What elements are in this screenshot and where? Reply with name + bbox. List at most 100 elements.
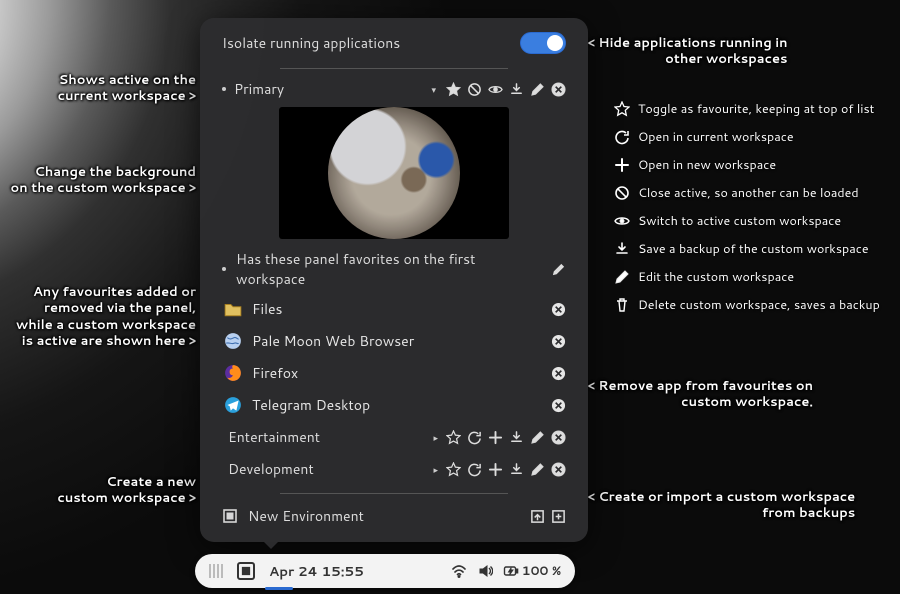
battery-indicator[interactable]: 100 % (503, 562, 561, 580)
legend-row: Switch to active custom workspace (614, 212, 880, 230)
legend-row: Close active, so another can be loaded (614, 184, 880, 202)
workspace-box-icon (222, 508, 238, 524)
legend-row: Open in new workspace (614, 156, 880, 174)
edit-pencil-icon[interactable] (530, 82, 545, 97)
remove-favorite-icon[interactable] (551, 398, 566, 413)
workspace-thumbnail[interactable] (279, 107, 509, 239)
remove-favorite-icon[interactable] (551, 302, 566, 317)
download-icon (614, 241, 630, 257)
legend-row: Save a backup of the custom workspace (614, 240, 880, 258)
refresh-icon[interactable] (467, 430, 482, 445)
save-backup-icon[interactable] (509, 430, 524, 445)
legend-text: Edit the custom workspace (638, 268, 794, 286)
palemoon-icon (224, 332, 242, 350)
legend-text: Delete custom workspace, saves a backup (638, 296, 880, 314)
refresh-icon (614, 129, 630, 145)
delete-close-icon[interactable] (551, 462, 566, 477)
annotation-create-new: Create a new custom workspace > (57, 474, 196, 507)
edit-pencil-icon[interactable] (530, 462, 545, 477)
favorite-star-icon[interactable] (446, 430, 461, 445)
group-action-icons (446, 430, 566, 445)
isolate-toggle-row: Isolate running applications (200, 30, 588, 64)
legend-text: Open in new workspace (638, 156, 776, 174)
legend-row: Open in current workspace (614, 128, 880, 146)
legend-text: Toggle as favourite, keeping at top of l… (638, 100, 874, 118)
favorite-firefox[interactable]: Firefox (200, 357, 588, 389)
legend-text: Open in current workspace (638, 128, 794, 146)
icon-legend: Toggle as favourite, keeping at top of l… (614, 100, 880, 314)
favorite-label: Telegram Desktop (252, 395, 541, 415)
favorite-files[interactable]: Files (200, 293, 588, 325)
taskbar-grip[interactable] (209, 564, 223, 578)
switch-eye-icon[interactable] (488, 82, 503, 97)
edit-favorites-icon[interactable] (551, 262, 566, 277)
expand-caret-icon[interactable]: ▸ (433, 431, 438, 444)
open-new-plus-icon[interactable] (488, 430, 503, 445)
annotation-create-import: < Create or import a custom workspace fr… (588, 489, 855, 522)
delete-close-icon[interactable] (551, 82, 566, 97)
save-backup-icon[interactable] (509, 82, 524, 97)
volume-icon[interactable] (477, 563, 493, 579)
remove-favorite-icon[interactable] (551, 334, 566, 349)
primary-workspace-row[interactable]: Primary ▾ (200, 73, 588, 105)
group-entertainment[interactable]: Entertainment ▸ (200, 421, 588, 453)
group-development[interactable]: Development ▸ (200, 453, 588, 485)
separator (280, 68, 508, 69)
active-indicator-dot (222, 87, 226, 91)
workspace-name: Primary (234, 79, 423, 99)
edit-pencil-icon[interactable] (530, 430, 545, 445)
forbid-icon (614, 185, 630, 201)
create-new-icon[interactable] (551, 509, 566, 524)
legend-row: Edit the custom workspace (614, 268, 880, 286)
close-forbid-icon[interactable] (467, 82, 482, 97)
legend-text: Switch to active custom workspace (638, 212, 841, 230)
eye-icon (614, 213, 630, 229)
clock[interactable]: Apr 24 15:55 (269, 562, 364, 581)
legend-text: Close active, so another can be loaded (638, 184, 859, 202)
new-environment-label: New Environment (248, 506, 520, 526)
favorite-telegram[interactable]: Telegram Desktop (200, 389, 588, 421)
annotation-favs-added: Any favourites added or removed via the … (16, 284, 196, 349)
favorites-header-text: Has these panel favorites on the first w… (236, 249, 541, 289)
workspace-indicator-button[interactable] (237, 562, 255, 580)
isolate-label: Isolate running applications (222, 33, 400, 53)
isolate-switch[interactable] (520, 32, 566, 54)
system-tray: 100 % (451, 562, 561, 580)
legend-text: Save a backup of the custom workspace (638, 240, 869, 258)
open-new-plus-icon[interactable] (488, 462, 503, 477)
battery-percent: 100 % (522, 562, 561, 580)
annotation-change-bg: Change the background on the custom work… (11, 164, 196, 197)
favorite-star-icon[interactable] (446, 462, 461, 477)
plus-icon (614, 157, 630, 173)
dropdown-caret-icon[interactable]: ▾ (431, 83, 436, 96)
save-backup-icon[interactable] (509, 462, 524, 477)
favorite-label: Firefox (252, 363, 541, 383)
favorite-star-icon[interactable] (446, 82, 461, 97)
group-label: Entertainment (228, 427, 425, 447)
separator (280, 493, 508, 494)
favorite-palemoon[interactable]: Pale Moon Web Browser (200, 325, 588, 357)
star-icon (614, 101, 630, 117)
refresh-icon[interactable] (467, 462, 482, 477)
new-environment-row[interactable]: New Environment (200, 498, 588, 530)
legend-row: Delete custom workspace, saves a backup (614, 296, 880, 314)
workspace-popup: Isolate running applications Primary ▾ H… (200, 18, 588, 542)
delete-close-icon[interactable] (551, 430, 566, 445)
bullet-dot (222, 267, 226, 271)
favorite-label: Pale Moon Web Browser (252, 331, 541, 351)
firefox-icon (224, 364, 242, 382)
workspace-action-icons (446, 82, 566, 97)
moon-wallpaper-preview (328, 107, 460, 239)
annotation-hide-apps: < Hide applications running in other wor… (588, 35, 788, 68)
expand-caret-icon[interactable]: ▸ (433, 463, 438, 476)
favorites-header-row: Has these panel favorites on the first w… (200, 245, 588, 293)
group-label: Development (228, 459, 425, 479)
annotation-remove-fav: < Remove app from favourites on custom w… (588, 378, 813, 411)
telegram-icon (224, 396, 242, 414)
import-backup-icon[interactable] (530, 509, 545, 524)
remove-favorite-icon[interactable] (551, 366, 566, 381)
favorite-label: Files (252, 299, 541, 319)
wifi-icon[interactable] (451, 563, 467, 579)
pencil-icon (614, 269, 630, 285)
annotation-active-ws: Shows active on the current workspace > (58, 72, 196, 105)
